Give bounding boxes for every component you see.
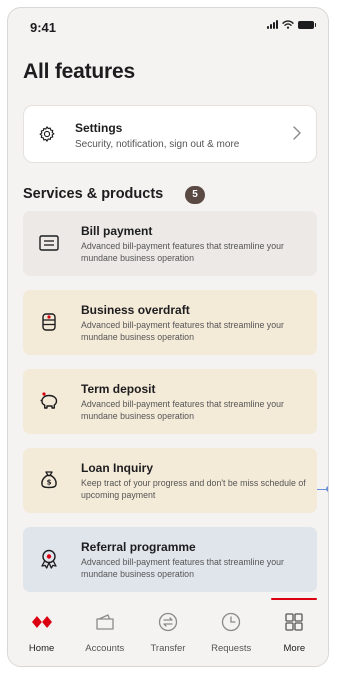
status-icons: [267, 20, 316, 29]
service-name: Bill payment: [81, 224, 153, 238]
signal-icon: [267, 20, 278, 29]
service-name: Loan Inquiry: [81, 461, 153, 475]
bottom-nav: Home Accounts Transfer Requests More: [8, 598, 328, 666]
service-description: Advanced bill-payment features that stre…: [81, 399, 284, 421]
service-card-loan-inquiry[interactable]: $ Loan Inquiry Keep tract of your progre…: [23, 448, 317, 513]
nav-item-more[interactable]: More: [263, 598, 325, 666]
nav-item-home[interactable]: Home: [11, 602, 73, 666]
nav-label-requests: Requests: [211, 643, 252, 654]
count-badge: 5: [185, 186, 205, 204]
section-title: Services & products: [23, 186, 164, 202]
bill-icon: [39, 235, 59, 251]
nav-item-requests[interactable]: Requests: [200, 602, 262, 666]
service-name: Term deposit: [81, 382, 156, 396]
page-title: All features: [23, 60, 135, 83]
service-description: Keep tract of your progress and don't be…: [81, 478, 306, 500]
service-description: Advanced bill-payment features that stre…: [81, 320, 284, 342]
chevron-right-icon: [293, 126, 301, 140]
award-icon: [41, 549, 57, 569]
hexagon-logo-icon: [31, 616, 52, 628]
service-name: Referral programme: [81, 540, 196, 554]
battery-icon: [298, 20, 316, 29]
status-bar: 9:41: [8, 8, 328, 42]
phone-frame: 9:41 All features Settings Security, not…: [7, 7, 329, 667]
svg-text:$: $: [47, 479, 52, 487]
wallet-icon: [96, 614, 114, 630]
nav-label-home: Home: [28, 643, 55, 654]
settings-title: Settings: [75, 121, 123, 135]
wifi-icon: [282, 20, 294, 29]
clock-icon: [222, 612, 241, 632]
nav-item-accounts[interactable]: Accounts: [74, 602, 136, 666]
nav-label-transfer: Transfer: [150, 643, 186, 654]
money-bag-icon: $: [41, 471, 57, 489]
settings-subtitle: Security, notification, sign out & more: [75, 139, 240, 150]
settings-card[interactable]: Settings Security, notification, sign ou…: [23, 105, 317, 163]
service-card-referral-programme[interactable]: Referral programme Advanced bill-payment…: [23, 527, 317, 592]
annotation-pointer-dot: [326, 486, 328, 492]
active-indicator: [271, 598, 318, 600]
transfer-icon: [158, 612, 178, 632]
nav-label-accounts: Accounts: [85, 643, 125, 654]
nav-item-transfer[interactable]: Transfer: [137, 602, 199, 666]
piggy-bank-icon: [40, 392, 58, 409]
service-name: Business overdraft: [81, 303, 190, 317]
nav-label-more: More: [283, 643, 306, 654]
service-card-bill-payment[interactable]: Bill payment Advanced bill-payment featu…: [23, 211, 317, 276]
coins-icon: [42, 313, 56, 331]
status-time: 9:41: [30, 20, 57, 35]
service-description: Advanced bill-payment features that stre…: [81, 557, 284, 579]
service-card-business-overdraft[interactable]: Business overdraft Advanced bill-payment…: [23, 290, 317, 355]
service-description: Advanced bill-payment features that stre…: [81, 241, 284, 263]
service-card-term-deposit[interactable]: Term deposit Advanced bill-payment featu…: [23, 369, 317, 434]
gear-icon: [39, 126, 55, 142]
grid-icon: [285, 613, 303, 631]
